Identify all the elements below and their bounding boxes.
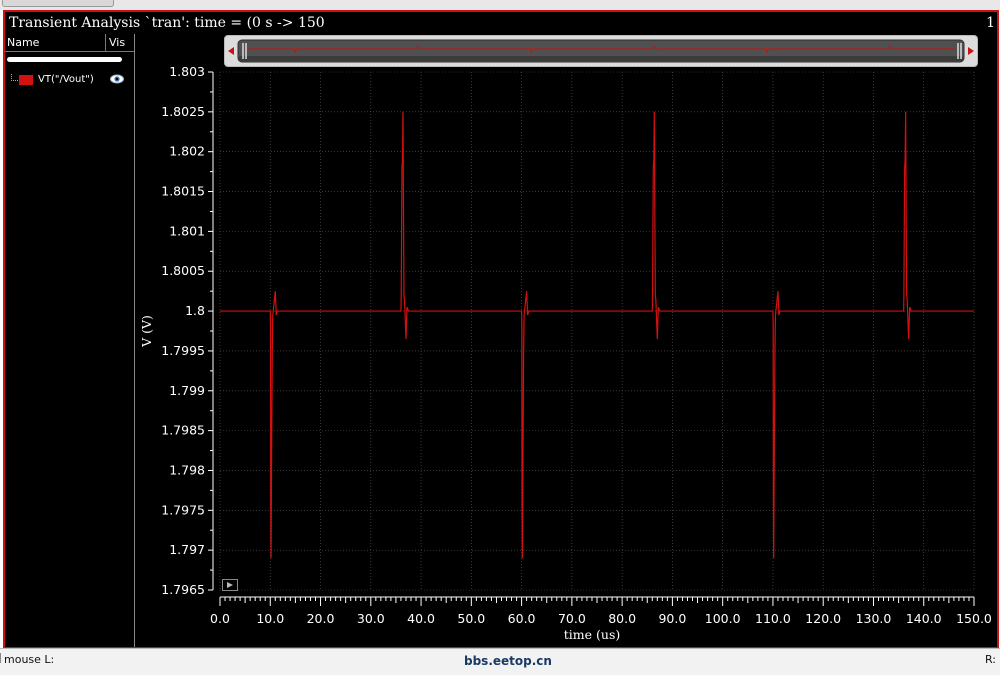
x-tick-label: 110.0 — [755, 611, 791, 626]
scroll-left-arrow-icon[interactable] — [228, 47, 234, 55]
status-bar: mouse L: bbs.eetop.cn R: — [0, 648, 1000, 675]
overview-strip — [228, 39, 974, 63]
x-tick-label: 70.0 — [558, 611, 586, 626]
graph-title-bar: Transient Analysis `tran': time = (0 s -… — [5, 12, 997, 34]
y-tick-label: 1.7975 — [161, 502, 205, 517]
mouse-left-status: mouse L: — [4, 653, 55, 666]
name-column-header[interactable]: Name — [7, 36, 39, 49]
x-zoom-scrollbar[interactable] — [224, 35, 978, 67]
y-tick-label: 1.7995 — [161, 343, 205, 358]
y-tick-label: 1.799 — [169, 383, 205, 398]
x-tick-label: 80.0 — [608, 611, 636, 626]
y-tick-label: 1.797 — [169, 542, 205, 557]
x-tick-label: 50.0 — [457, 611, 485, 626]
x-tick-label: 130.0 — [856, 611, 892, 626]
y-axis-label: V (V) — [139, 315, 154, 348]
axis-layer: 1.803 1.8025 1.802 1.8015 1.801 1.8005 1.8 1.79… — [139, 64, 992, 642]
graph-title: Transient Analysis `tran': time = (0 s -… — [9, 15, 325, 31]
x-tick-label: 100.0 — [705, 611, 741, 626]
y-tick-label: 1.798 — [169, 462, 205, 477]
y-tick-label: 1.8025 — [161, 104, 205, 119]
y-tick-label: 1.8 — [185, 303, 205, 318]
x-tick-label: 20.0 — [307, 611, 335, 626]
signal-panel-header: Name Vis — [5, 34, 134, 52]
scroll-thumb-shade — [239, 56, 963, 61]
window-tab[interactable] — [2, 0, 114, 7]
y-tick-label: 1.803 — [169, 64, 205, 79]
y-tick-label: 1.8005 — [161, 263, 205, 278]
x-tick-label: 30.0 — [357, 611, 385, 626]
y-tick-label: 1.802 — [169, 144, 205, 159]
play-marker-icon[interactable] — [222, 579, 238, 591]
x-tick-label: 150.0 — [956, 611, 992, 626]
graph-window: Transient Analysis `tran': time = (0 s -… — [3, 10, 999, 649]
panel-number: 1 — [986, 15, 995, 31]
y-tick-label: 1.801 — [169, 223, 205, 238]
eye-icon[interactable] — [109, 72, 125, 86]
x-tick-label: 120.0 — [805, 611, 841, 626]
watermark: bbs.eetop.cn — [464, 654, 552, 668]
x-tick-label: 40.0 — [407, 611, 435, 626]
series-line — [220, 111, 974, 559]
panel-scrollbar[interactable] — [7, 57, 122, 62]
x-tick-label: 140.0 — [906, 611, 942, 626]
signal-color-swatch — [19, 75, 33, 85]
y-tick-label: 1.8015 — [161, 184, 205, 199]
x-tick-label: 60.0 — [508, 611, 536, 626]
vis-column-header[interactable]: Vis — [105, 34, 125, 51]
waveform-plot: 1.803 1.8025 1.802 1.8015 1.801 1.8005 1.8 1.79… — [139, 64, 992, 642]
signal-label: VT("/Vout") — [38, 74, 94, 85]
x-tick-label: 90.0 — [658, 611, 686, 626]
x-tick-label: 0.0 — [210, 611, 230, 626]
mouse-right-status: R: — [984, 653, 996, 666]
grid-layer — [219, 71, 975, 591]
x-axis-label: time (us) — [564, 627, 620, 642]
tree-connector-icon — [11, 74, 18, 81]
x-tick-label: 10.0 — [256, 611, 284, 626]
signal-panel: Name Vis VT("/Vout") — [5, 34, 135, 647]
trace-layer — [220, 111, 974, 559]
scroll-right-arrow-icon[interactable] — [968, 47, 974, 55]
y-tick-label: 1.7965 — [161, 582, 205, 597]
top-window-strip — [0, 0, 1000, 10]
y-tick-label: 1.7985 — [161, 423, 205, 438]
signal-row[interactable]: VT("/Vout") — [5, 72, 134, 88]
